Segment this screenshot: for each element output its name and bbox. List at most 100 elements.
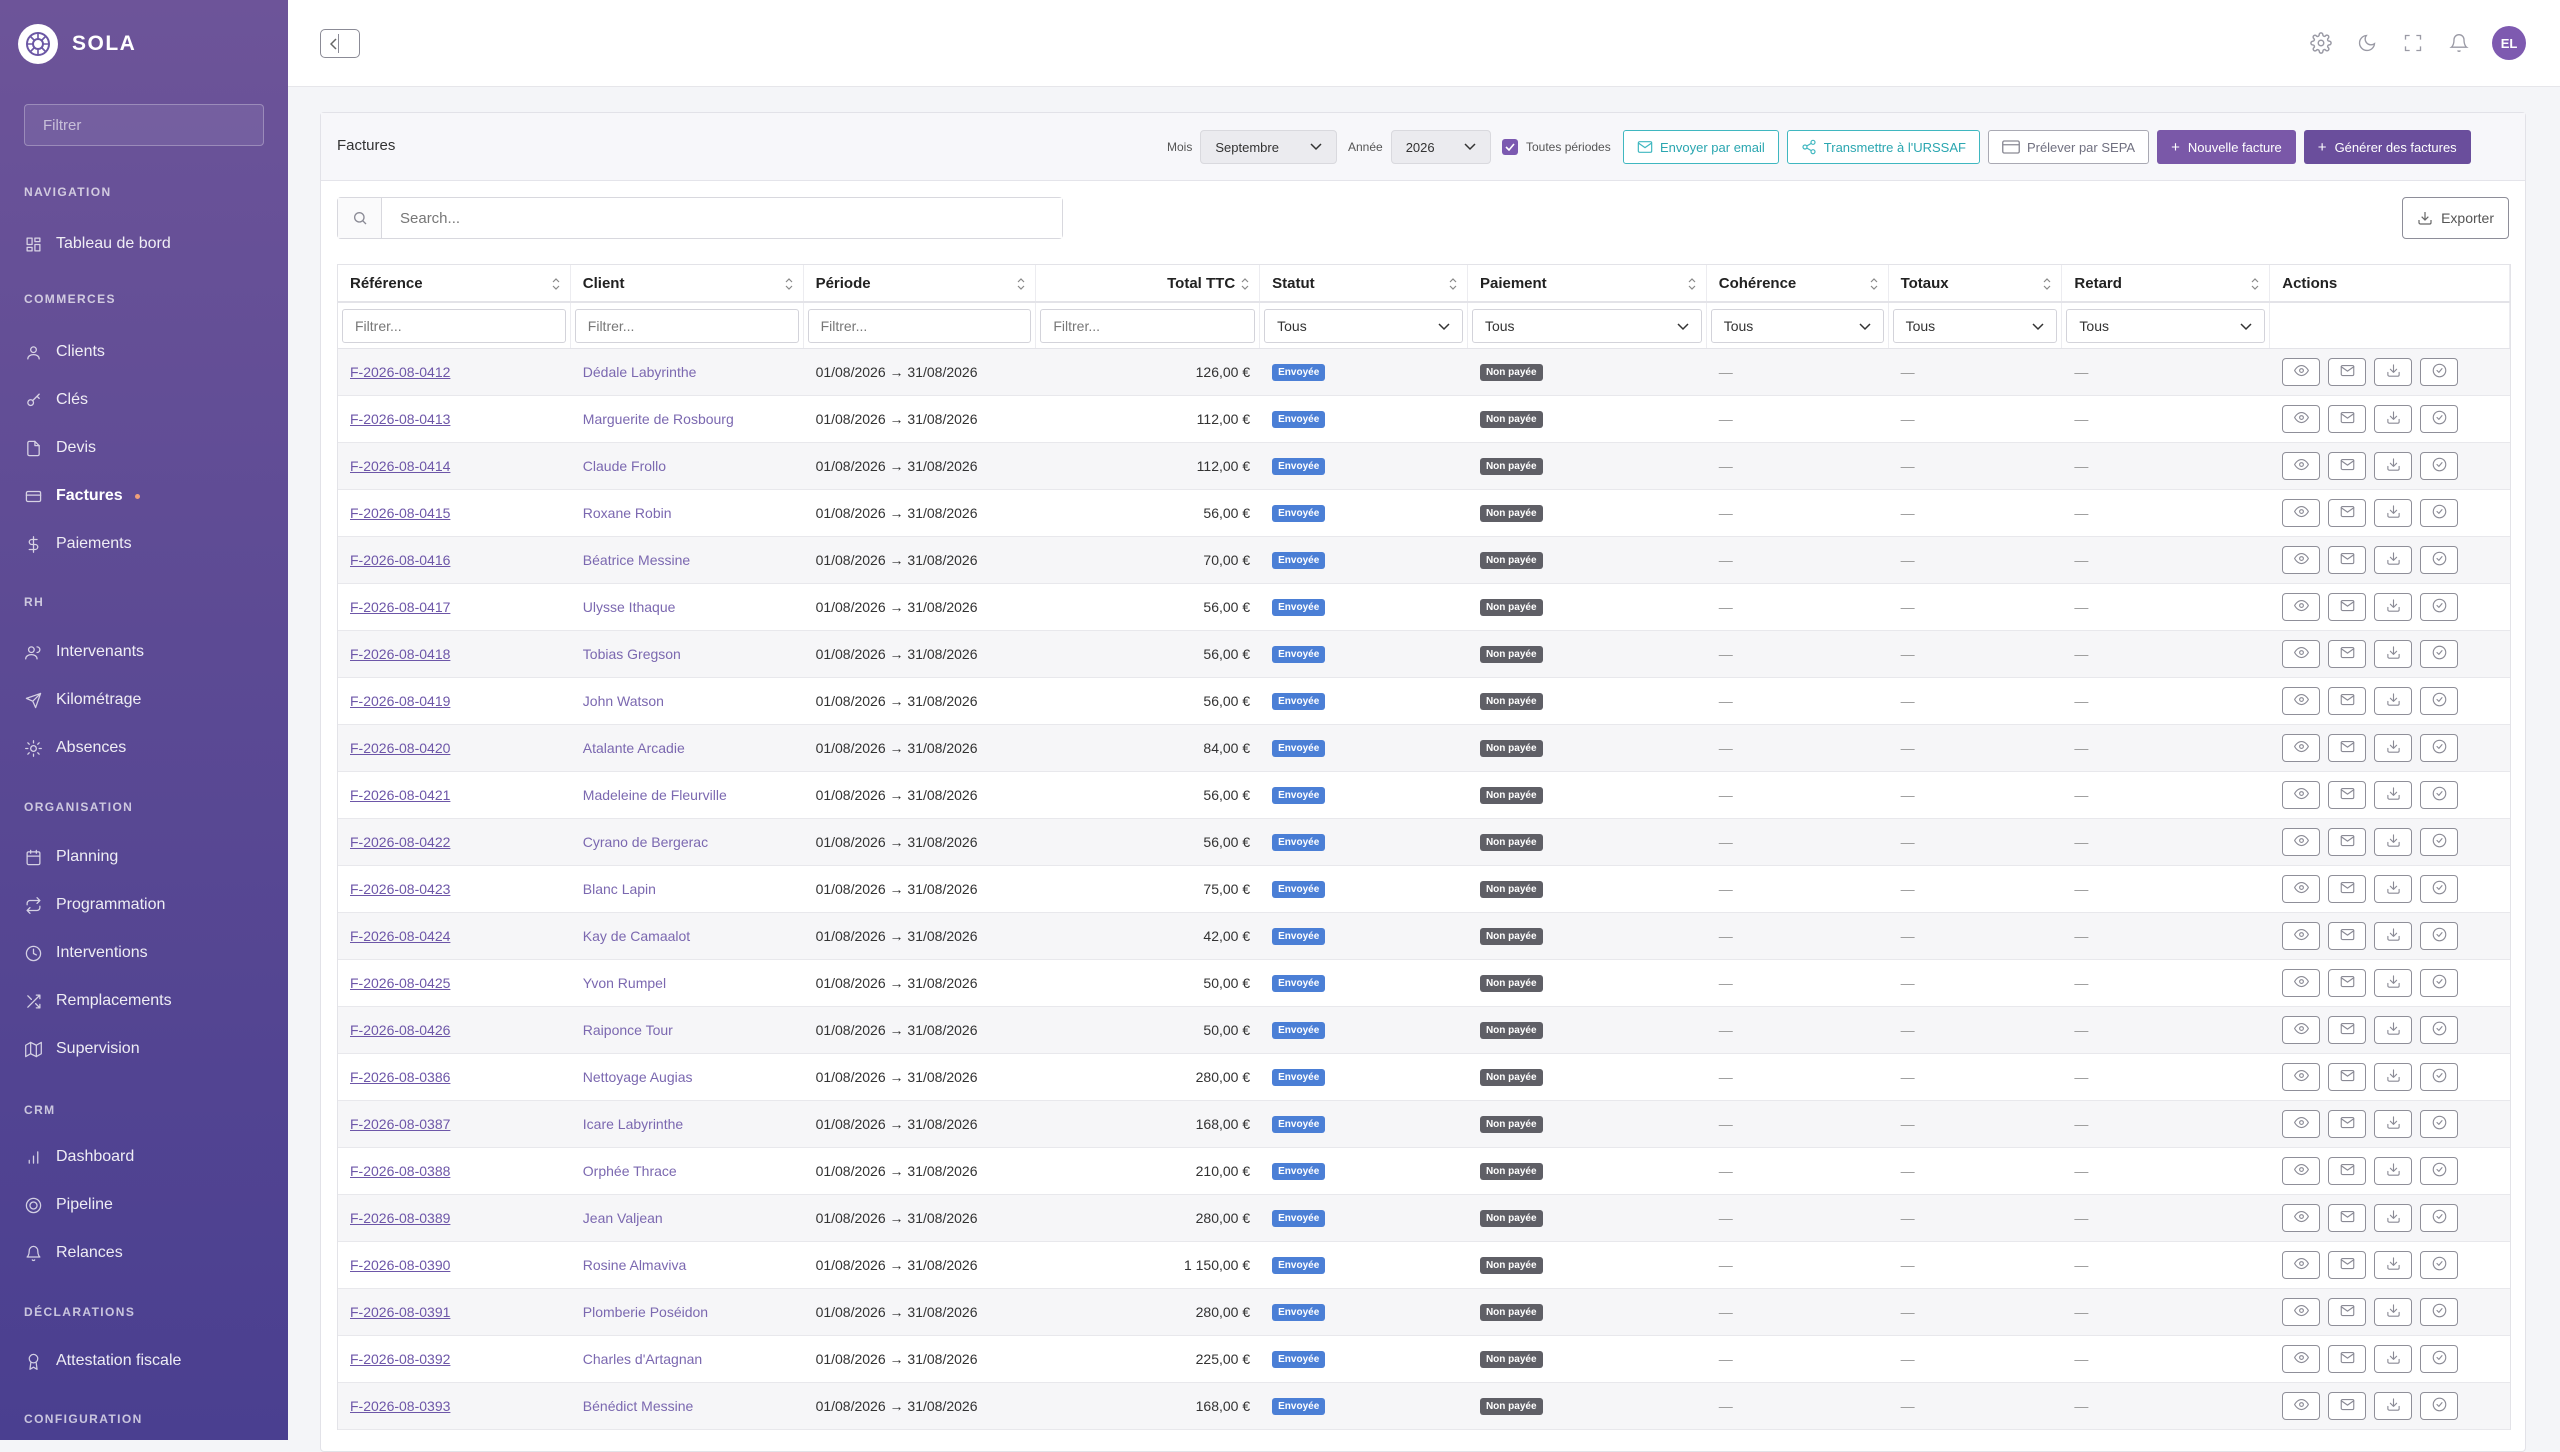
download-button[interactable] <box>2374 1157 2413 1185</box>
column-filter-select[interactable]: Tous <box>1710 308 1884 343</box>
download-button[interactable] <box>2374 405 2413 433</box>
sidebar-item-absences[interactable]: Absences <box>24 732 264 764</box>
checkbox-checked-icon[interactable] <box>1502 139 1518 155</box>
sidebar-item-kilometrage[interactable]: Kilométrage <box>24 684 264 716</box>
view-button[interactable] <box>2282 593 2321 621</box>
table-row[interactable]: F-2026-08-0386 Nettoyage Augias 01/08/2026… <box>338 1054 2510 1101</box>
download-button[interactable] <box>2374 546 2413 574</box>
download-button[interactable] <box>2374 499 2413 527</box>
check-circle-button[interactable] <box>2420 828 2459 856</box>
column-filter-input[interactable] <box>1040 308 1256 343</box>
download-button[interactable] <box>2374 640 2413 668</box>
mail-button[interactable] <box>2328 1157 2367 1185</box>
client-name-link[interactable]: Marguerite de Rosbourg <box>583 411 734 427</box>
sort-icon[interactable] <box>785 277 793 294</box>
table-row[interactable]: F-2026-08-0413 Marguerite de Rosbourg 01/0… <box>338 396 2510 443</box>
check-circle-button[interactable] <box>2420 781 2459 809</box>
view-button[interactable] <box>2282 358 2321 386</box>
mail-button[interactable] <box>2328 828 2367 856</box>
check-circle-button[interactable] <box>2420 969 2459 997</box>
sidebar-item-dashboard[interactable]: Dashboard <box>24 1141 264 1173</box>
mail-button[interactable] <box>2328 499 2367 527</box>
download-button[interactable] <box>2374 687 2413 715</box>
client-name-link[interactable]: Ulysse Ithaque <box>583 599 676 615</box>
check-circle-button[interactable] <box>2420 1016 2459 1044</box>
invoice-reference-link[interactable]: F-2026-08-0426 <box>350 1022 450 1038</box>
view-button[interactable] <box>2282 405 2321 433</box>
download-button[interactable] <box>2374 1110 2413 1138</box>
mail-button[interactable] <box>2328 593 2367 621</box>
user-avatar[interactable]: EL <box>2492 26 2526 60</box>
export-button[interactable]: Exporter <box>2402 197 2509 239</box>
download-button[interactable] <box>2374 358 2413 386</box>
sidebar-item-interventions[interactable]: Interventions <box>24 937 264 969</box>
download-button[interactable] <box>2374 734 2413 762</box>
mail-button[interactable] <box>2328 922 2367 950</box>
invoice-reference-link[interactable]: F-2026-08-0422 <box>350 834 450 850</box>
table-row[interactable]: F-2026-08-0420 Atalante Arcadie 01/08/2026… <box>338 725 2510 772</box>
sort-icon[interactable] <box>552 277 560 294</box>
all-periods-toggle[interactable]: Toutes périodes <box>1502 129 1611 165</box>
generate-invoices-button[interactable]: + Générer des factures <box>2303 130 2471 164</box>
view-button[interactable] <box>2282 452 2321 480</box>
table-row[interactable]: F-2026-08-0390 Rosine Almaviva 01/08/2026 … <box>338 1242 2510 1289</box>
client-name-link[interactable]: Jean Valjean <box>583 1210 663 1226</box>
sidebar-item-intervenants[interactable]: Intervenants <box>24 636 264 668</box>
column-filter-select[interactable]: Tous <box>1892 308 2058 343</box>
invoice-reference-link[interactable]: F-2026-08-0415 <box>350 505 450 521</box>
column-header-statut[interactable]: Statut <box>1260 265 1468 301</box>
check-circle-button[interactable] <box>2420 1251 2459 1279</box>
new-invoice-button[interactable]: + Nouvelle facture <box>2157 130 2296 164</box>
invoice-reference-link[interactable]: F-2026-08-0420 <box>350 740 450 756</box>
column-header-periode[interactable]: Période <box>804 265 1037 301</box>
mail-button[interactable] <box>2328 687 2367 715</box>
check-circle-button[interactable] <box>2420 734 2459 762</box>
sidebar-item-programmation[interactable]: Programmation <box>24 889 264 921</box>
invoice-reference-link[interactable]: F-2026-08-0386 <box>350 1069 450 1085</box>
mail-button[interactable] <box>2328 734 2367 762</box>
mail-button[interactable] <box>2328 640 2367 668</box>
invoice-reference-link[interactable]: F-2026-08-0388 <box>350 1163 450 1179</box>
check-circle-button[interactable] <box>2420 452 2459 480</box>
invoice-reference-link[interactable]: F-2026-08-0417 <box>350 599 450 615</box>
mail-button[interactable] <box>2328 1345 2367 1373</box>
view-button[interactable] <box>2282 1251 2321 1279</box>
check-circle-button[interactable] <box>2420 1204 2459 1232</box>
mail-button[interactable] <box>2328 1251 2367 1279</box>
view-button[interactable] <box>2282 781 2321 809</box>
download-button[interactable] <box>2374 1204 2413 1232</box>
column-filter-select[interactable]: Tous <box>1471 308 1702 343</box>
sort-icon[interactable] <box>1449 277 1457 294</box>
client-name-link[interactable]: Bénédict Messine <box>583 1398 694 1414</box>
download-button[interactable] <box>2374 1392 2413 1420</box>
download-button[interactable] <box>2374 1345 2413 1373</box>
sort-icon[interactable] <box>1241 277 1249 294</box>
sidebar-item-devis[interactable]: Devis <box>24 432 264 464</box>
mail-button[interactable] <box>2328 1063 2367 1091</box>
view-button[interactable] <box>2282 499 2321 527</box>
sort-icon[interactable] <box>2251 277 2259 294</box>
moon-icon[interactable] <box>2352 28 2382 58</box>
table-row[interactable]: F-2026-08-0421 Madeleine de Fleurville 01/… <box>338 772 2510 819</box>
sidebar-item-planning[interactable]: Planning <box>24 841 264 873</box>
view-button[interactable] <box>2282 1016 2321 1044</box>
sidebar-item-remplacements[interactable]: Remplacements <box>24 985 264 1017</box>
client-name-link[interactable]: Rosine Almaviva <box>583 1257 687 1273</box>
check-circle-button[interactable] <box>2420 1392 2459 1420</box>
mail-button[interactable] <box>2328 1298 2367 1326</box>
client-name-link[interactable]: Tobias Gregson <box>583 646 681 662</box>
client-name-link[interactable]: Roxane Robin <box>583 505 672 521</box>
view-button[interactable] <box>2282 546 2321 574</box>
invoice-reference-link[interactable]: F-2026-08-0424 <box>350 928 450 944</box>
check-circle-button[interactable] <box>2420 687 2459 715</box>
view-button[interactable] <box>2282 875 2321 903</box>
column-header-client[interactable]: Client <box>571 265 804 301</box>
download-button[interactable] <box>2374 593 2413 621</box>
invoice-reference-link[interactable]: F-2026-08-0392 <box>350 1351 450 1367</box>
column-header-total-ttc[interactable]: Total TTC <box>1036 265 1261 301</box>
mail-button[interactable] <box>2328 546 2367 574</box>
sidebar-item-supervision[interactable]: Supervision <box>24 1033 264 1065</box>
sidebar-item-tableau-de-bord[interactable]: Tableau de bord <box>24 228 264 260</box>
sort-icon[interactable] <box>1688 277 1696 294</box>
mail-button[interactable] <box>2328 969 2367 997</box>
